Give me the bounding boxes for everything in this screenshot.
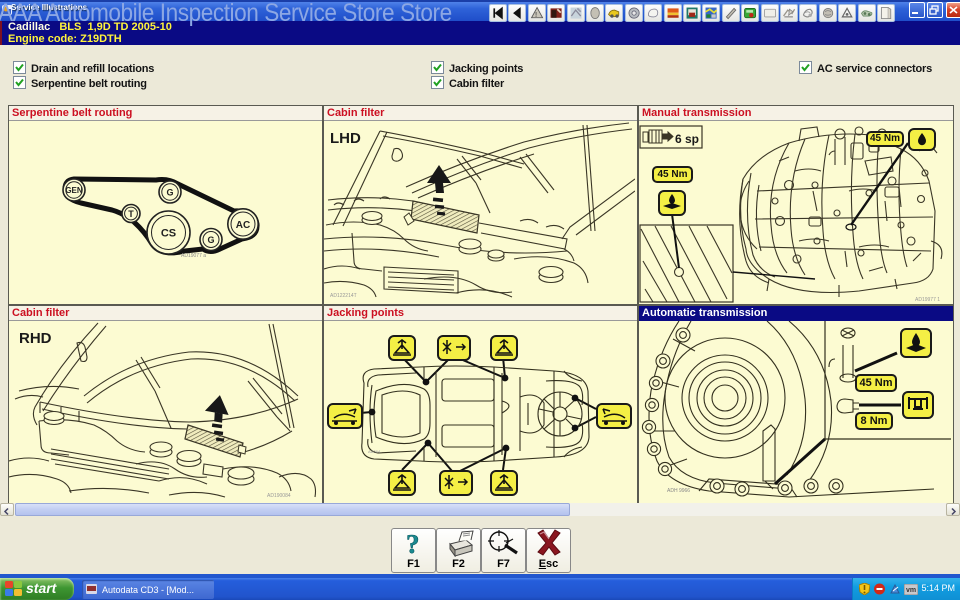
svg-text:G: G	[166, 188, 173, 198]
svg-text:AD190084: AD190084	[267, 493, 291, 499]
svg-text:T: T	[128, 209, 134, 219]
svg-text:RHD: RHD	[19, 330, 52, 347]
svg-text:AC: AC	[236, 220, 250, 231]
svg-text:ADH 9966: ADH 9966	[667, 488, 690, 494]
svg-text:G: G	[207, 235, 214, 245]
svg-text:AD564: AD564	[368, 449, 381, 454]
svg-text:LHD: LHD	[330, 130, 361, 147]
svg-text:AD122214T: AD122214T	[330, 293, 357, 299]
svg-text:AD19077 a: AD19077 a	[181, 253, 206, 259]
svg-text:GEN: GEN	[65, 186, 83, 195]
svg-text:vm: vm	[906, 587, 916, 594]
svg-text:6 sp: 6 sp	[675, 132, 699, 146]
svg-text:CS: CS	[161, 228, 176, 240]
svg-text:?: ?	[406, 529, 420, 557]
svg-text:AD19977 1: AD19977 1	[915, 297, 940, 303]
